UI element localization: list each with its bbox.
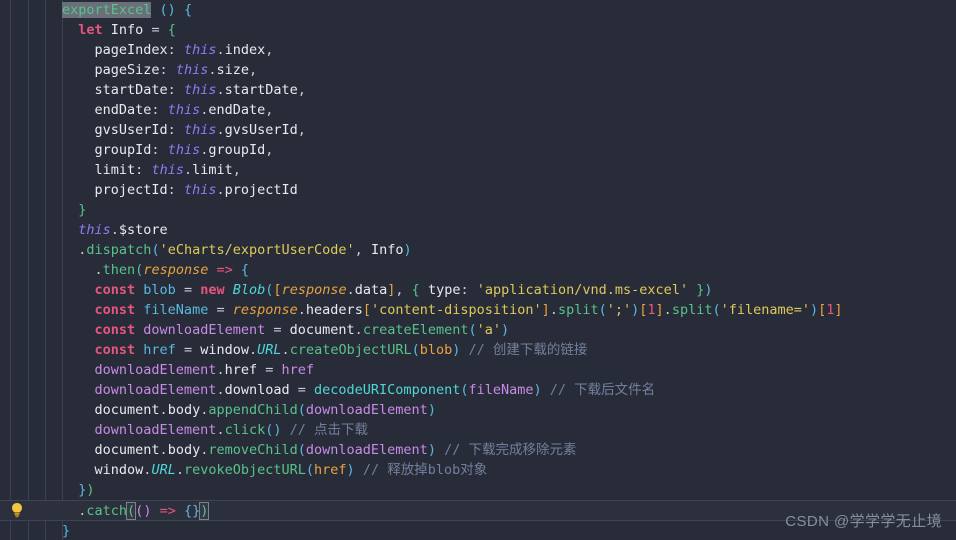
code-line[interactable]: exportExcel () { [0,0,956,20]
watermark-text: CSDN @学学学无止境 [785,513,942,530]
code-line[interactable]: document.body.removeChild(downloadElemen… [0,440,956,460]
code-line[interactable]: const blob = new Blob([response.data], {… [0,280,956,300]
code-line[interactable]: .then(response => { [0,260,956,280]
code-line[interactable]: .dispatch('eCharts/exportUserCode', Info… [0,240,956,260]
code-line[interactable]: downloadElement.download = decodeURIComp… [0,380,956,400]
code-line[interactable]: this.$store [0,220,956,240]
code-line[interactable]: pageSize: this.size, [0,60,956,80]
code-line[interactable]: const downloadElement = document.createE… [0,320,956,340]
code-line[interactable]: let Info = { [0,20,956,40]
code-line[interactable]: endDate: this.endDate, [0,100,956,120]
code-line[interactable]: }) [0,480,956,500]
code-line[interactable]: gvsUserId: this.gvsUserId, [0,120,956,140]
code-line[interactable]: startDate: this.startDate, [0,80,956,100]
code-line[interactable]: window.URL.revokeObjectURL(href) // 释放掉b… [0,460,956,480]
code-line[interactable]: document.body.appendChild(downloadElemen… [0,400,956,420]
code-line[interactable]: limit: this.limit, [0,160,956,180]
code-line[interactable]: downloadElement.click() // 点击下载 [0,420,956,440]
code-line[interactable]: projectId: this.projectId [0,180,956,200]
code-content[interactable]: exportExcel () { let Info = { pageIndex:… [0,0,956,540]
bracket-match-close: ) [199,502,210,520]
token-function-name: exportExcel [62,2,152,18]
code-line[interactable]: } [0,200,956,220]
code-line[interactable]: const href = window.URL.createObjectURL(… [0,340,956,360]
code-line[interactable]: downloadElement.href = href [0,360,956,380]
code-line[interactable]: const fileName = response.headers['conte… [0,300,956,320]
code-line[interactable]: pageIndex: this.index, [0,40,956,60]
lightbulb-icon[interactable] [10,502,24,518]
code-editor[interactable]: exportExcel () { let Info = { pageIndex:… [0,0,956,540]
bracket-match-open: ( [126,502,137,520]
code-line[interactable]: groupId: this.groupId, [0,140,956,160]
